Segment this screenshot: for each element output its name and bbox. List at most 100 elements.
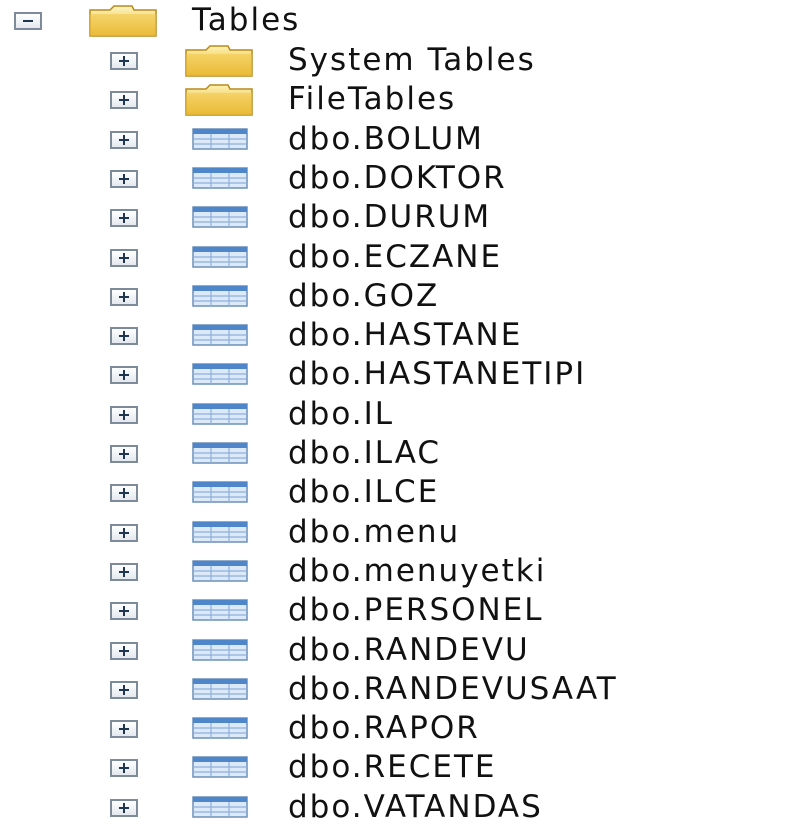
expand-toggle[interactable] <box>110 523 138 542</box>
expand-toggle[interactable] <box>110 209 138 228</box>
tree-node-item[interactable]: dbo.DURUM <box>0 197 811 237</box>
tree-node-item[interactable]: dbo.PERSONEL <box>0 590 811 630</box>
table-icon <box>192 245 248 268</box>
tree-node-label: dbo.RAPOR <box>288 710 480 747</box>
tree-node-label: dbo.RANDEVUSAAT <box>288 670 618 707</box>
tree-node-label: dbo.menuyetki <box>288 552 547 589</box>
table-icon <box>192 285 248 307</box>
plus-icon-stroke <box>123 409 125 420</box>
table-icon <box>192 324 248 346</box>
plus-icon-stroke <box>123 134 125 145</box>
table-icon <box>192 599 248 621</box>
tree-node-item[interactable]: dbo.RAPOR <box>0 708 811 748</box>
plus-icon-stroke <box>123 252 125 263</box>
tree-node-label: dbo.DURUM <box>288 199 492 236</box>
tree-node-label: dbo.VATANDAS <box>288 788 543 825</box>
table-icon <box>192 717 248 739</box>
table-icon <box>192 678 248 700</box>
tree-node-item[interactable]: dbo.GOZ <box>0 276 811 316</box>
minus-icon <box>23 20 33 22</box>
tree-node-label: dbo.RECETE <box>288 749 497 786</box>
plus-icon-stroke <box>123 56 125 66</box>
table-icon <box>192 638 248 661</box>
table-icon <box>192 442 248 464</box>
tree-node-label: dbo.ILCE <box>288 474 440 511</box>
expand-toggle[interactable] <box>110 366 138 385</box>
expand-toggle[interactable] <box>110 759 138 778</box>
tree-node-label: dbo.IL <box>288 395 395 432</box>
tree-node-item[interactable]: FileTables <box>0 79 811 119</box>
table-icon <box>192 206 248 228</box>
table-icon <box>192 481 248 504</box>
expand-toggle[interactable] <box>110 445 138 463</box>
tree-node-tables[interactable]: Tables <box>0 0 811 40</box>
tree-node-item[interactable]: dbo.ILAC <box>0 433 811 473</box>
plus-icon-stroke <box>123 606 125 617</box>
plus-icon-stroke <box>123 95 125 106</box>
expand-toggle[interactable] <box>110 287 138 306</box>
tree-node-item[interactable]: dbo.DOKTOR <box>0 158 811 198</box>
plus-icon-stroke <box>123 527 125 538</box>
expand-toggle[interactable] <box>110 327 138 346</box>
table-icon <box>192 795 248 818</box>
expand-toggle[interactable] <box>110 130 138 149</box>
plus-icon-stroke <box>123 763 125 774</box>
tree-node-item[interactable]: dbo.ILCE <box>0 472 811 512</box>
tree-node-label: dbo.RANDEVU <box>288 631 530 668</box>
table-icon <box>192 127 248 150</box>
plus-icon-stroke <box>123 724 125 735</box>
expand-toggle[interactable] <box>110 248 138 267</box>
tree-node-item[interactable]: dbo.BOLUM <box>0 119 811 159</box>
table-icon <box>192 560 248 582</box>
tree-node-item[interactable]: dbo.menuyetki <box>0 551 811 591</box>
tree-node-item[interactable]: dbo.menu <box>0 512 811 552</box>
expand-toggle[interactable] <box>110 484 138 503</box>
tree-node-label: dbo.ECZANE <box>288 238 503 275</box>
tree-node-label: dbo.HASTANE <box>288 317 523 354</box>
plus-icon-stroke <box>123 370 125 381</box>
tree-node-label: Tables <box>192 2 301 38</box>
expand-toggle[interactable] <box>110 52 138 70</box>
table-icon <box>192 167 248 189</box>
plus-icon-stroke <box>123 173 125 184</box>
table-icon <box>192 520 248 543</box>
expand-toggle[interactable] <box>110 680 138 699</box>
expand-toggle[interactable] <box>110 720 138 739</box>
collapse-toggle[interactable] <box>14 12 42 30</box>
tree-node-item[interactable]: dbo.HASTANETIPI <box>0 354 811 394</box>
tree-node-label: dbo.ILAC <box>288 435 442 471</box>
object-explorer-tree: Tables System Tables FileTables dbo.BOLUM d… <box>0 0 811 827</box>
plus-icon-stroke <box>123 291 125 302</box>
tree-node-item[interactable]: dbo.RECETE <box>0 747 811 787</box>
tree-node-label: dbo.menu <box>288 513 461 550</box>
tree-node-label: dbo.GOZ <box>288 277 440 314</box>
tree-node-item[interactable]: dbo.VATANDAS <box>0 787 811 827</box>
expand-toggle[interactable] <box>110 798 138 817</box>
folder-icon <box>185 45 253 77</box>
tree-node-label: dbo.DOKTOR <box>288 159 507 196</box>
expand-toggle[interactable] <box>110 562 138 581</box>
expand-toggle[interactable] <box>110 91 138 110</box>
tree-node-label: FileTables <box>288 81 457 118</box>
tree-node-label: dbo.HASTANETIPI <box>288 356 587 393</box>
expand-toggle[interactable] <box>110 602 138 621</box>
plus-icon-stroke <box>123 449 125 459</box>
expand-toggle[interactable] <box>110 405 138 424</box>
plus-icon-stroke <box>123 331 125 342</box>
table-icon <box>192 363 248 386</box>
plus-icon-stroke <box>123 566 125 577</box>
tree-node-label: dbo.PERSONEL <box>288 592 544 629</box>
tree-node-item[interactable]: System Tables <box>0 40 811 80</box>
expand-toggle[interactable] <box>110 641 138 660</box>
plus-icon-stroke <box>123 684 125 695</box>
tree-node-item[interactable]: dbo.HASTANE <box>0 315 811 355</box>
tree-node-item[interactable]: dbo.RANDEVUSAAT <box>0 669 811 709</box>
expand-toggle[interactable] <box>110 169 138 188</box>
table-icon <box>192 756 248 779</box>
tree-node-label: System Tables <box>288 42 536 78</box>
tree-node-item[interactable]: dbo.IL <box>0 394 811 434</box>
folder-icon <box>89 5 157 37</box>
folder-icon <box>185 84 253 117</box>
tree-node-item[interactable]: dbo.RANDEVU <box>0 630 811 670</box>
tree-node-item[interactable]: dbo.ECZANE <box>0 237 811 277</box>
